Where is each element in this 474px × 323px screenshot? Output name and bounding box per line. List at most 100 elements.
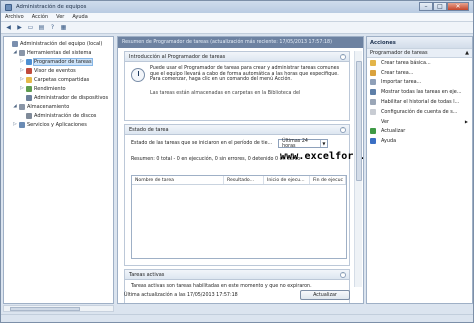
forward-arrow-icon[interactable]: ▶	[15, 23, 24, 32]
expander-icon[interactable]: ▷	[19, 68, 25, 73]
expander-icon[interactable]: ◢	[12, 50, 18, 55]
tree-item[interactable]: ▷ Carpetas compartidas	[4, 75, 113, 84]
action-item[interactable]: Crear tarea...	[367, 68, 472, 78]
active-tasks-header[interactable]: Tareas activas ˄	[125, 270, 349, 280]
enable-history-icon	[370, 99, 376, 106]
computer-management-icon	[12, 40, 18, 47]
refresh-icon	[370, 128, 376, 135]
show-hide-tree-icon[interactable]: ▤	[37, 23, 46, 32]
menu-accion[interactable]: Acción	[28, 14, 52, 20]
tree-scroll-thumb[interactable]	[10, 307, 80, 311]
column-header-start[interactable]: Inicio de ejecu...	[264, 176, 310, 184]
column-header-result[interactable]: Resultado...	[224, 176, 264, 184]
action-item[interactable]: Actualizar	[367, 127, 472, 137]
grid-header: Nombre de tarea Resultado... Inicio de e…	[132, 176, 346, 185]
action-item[interactable]: Importar tarea...	[367, 78, 472, 88]
intro-content: Puede usar el Programador de tareas para…	[125, 62, 349, 120]
action-item-label: Mostrar todas las tareas en eje...	[381, 89, 462, 96]
summary-body: Introducción al Programador de tareas ˄ …	[124, 51, 350, 303]
menu-ayuda[interactable]: Ayuda	[68, 14, 91, 20]
action-item[interactable]: Ayuda	[367, 136, 472, 146]
tree-item[interactable]: Administración del equipo (local)	[4, 39, 113, 48]
minimize-button[interactable]: –	[419, 2, 433, 11]
clock-icon	[131, 68, 145, 82]
column-header-end[interactable]: Fin de ejecuc	[310, 176, 346, 184]
tools-icon	[19, 49, 25, 56]
chevron-up-icon: ▲	[465, 50, 469, 56]
collapse-toggle-icon[interactable]: ˄	[340, 272, 346, 278]
help-icon[interactable]: ?	[48, 23, 57, 32]
tree-item-label: Carpetas compartidas	[34, 76, 90, 83]
window-title: Administración de equipos	[16, 4, 87, 10]
expander-icon[interactable]: ▷	[19, 59, 25, 64]
action-item[interactable]: Crear tarea básica...	[367, 58, 472, 68]
tree-item-label: Herramientas del sistema	[27, 49, 92, 56]
intro-section-header[interactable]: Introducción al Programador de tareas ˄	[125, 52, 349, 62]
back-arrow-icon[interactable]: ◀	[4, 23, 13, 32]
collapse-toggle-icon[interactable]: ˄	[340, 127, 346, 133]
action-item[interactable]: Configuración de cuenta de s...	[367, 107, 472, 117]
submenu-arrow-icon: ▶	[464, 119, 468, 125]
task-status-title: Estado de tarea	[129, 126, 169, 133]
intro-section: Introducción al Programador de tareas ˄ …	[124, 51, 350, 121]
task-status-header[interactable]: Estado de tarea ˄	[125, 125, 349, 135]
action-item-label: Configuración de cuenta de s...	[381, 108, 458, 115]
tree-horizontal-scrollbar[interactable]	[3, 305, 114, 312]
maximize-button[interactable]: □	[433, 2, 447, 11]
help-icon	[370, 138, 376, 145]
tree-item[interactable]: ▷ Programador de tareas	[4, 57, 113, 66]
tree-item[interactable]: ▷ Rendimiento	[4, 84, 113, 93]
console-tree: Administración del equipo (local) ◢ Herram…	[3, 36, 114, 304]
tree-item-label: Almacenamiento	[27, 103, 70, 110]
action-item[interactable]: Ver ▶	[367, 117, 472, 127]
column-header-task-name[interactable]: Nombre de tarea	[132, 176, 224, 184]
tree-item[interactable]: Administración de discos	[4, 111, 113, 120]
tree-item-label: Administrador de dispositivos	[34, 94, 109, 101]
expander-icon[interactable]: ▷	[19, 86, 25, 91]
import-task-icon	[370, 79, 376, 86]
tree-item-label: Servicios y Aplicaciones	[27, 121, 87, 128]
period-select[interactable]: Últimas 24 horas ▼	[278, 138, 329, 149]
intro-section-title: Introducción al Programador de tareas	[129, 53, 226, 60]
tree-item[interactable]: ▷ Visor de eventos	[4, 66, 113, 75]
refresh-button[interactable]: Actualizar	[300, 290, 350, 300]
summary-footer: Última actualización a las 17/05/2013 17…	[124, 290, 350, 300]
services-icon	[19, 121, 25, 128]
status-bar	[1, 314, 473, 322]
tree-item-label: Administración de discos	[34, 112, 97, 119]
actions-list: Crear tarea básica... Crear tarea... Impor…	[367, 58, 472, 146]
close-button[interactable]: ✕	[447, 2, 469, 11]
view-submenu-icon	[370, 119, 376, 125]
tree-item[interactable]: Administrador de dispositivos	[4, 93, 113, 102]
up-folder-icon[interactable]: ▭	[26, 23, 35, 32]
tree-item[interactable]: ▷ Servicios y Aplicaciones	[4, 120, 113, 129]
collapse-toggle-icon[interactable]: ˄	[340, 54, 346, 60]
action-item[interactable]: Mostrar todas las tareas en eje...	[367, 87, 472, 97]
center-scroll-thumb[interactable]	[356, 61, 362, 181]
menu-ver[interactable]: Ver	[52, 14, 68, 20]
active-tasks-text: Tareas activas son tareas habilitadas en…	[131, 284, 312, 289]
properties-icon[interactable]: ▦	[59, 23, 68, 32]
expander-icon[interactable]: ▷	[19, 77, 25, 82]
action-item-label: Ver	[381, 118, 389, 125]
actions-subheader[interactable]: Programador de tareas ▲	[367, 48, 472, 58]
active-tasks-title: Tareas activas	[129, 271, 165, 278]
watermark-text: www.excelforo.blogspot.com	[280, 151, 363, 162]
action-item-label: Habilitar el historial de todas l...	[381, 99, 460, 106]
action-item-label: Ayuda	[381, 138, 397, 145]
period-select-value: Últimas 24 horas	[282, 138, 308, 149]
action-item-label: Crear tarea básica...	[381, 59, 431, 66]
status-filter-label: Estado de las tareas que se iniciaron en…	[131, 141, 273, 146]
tree-item[interactable]: ◢ Herramientas del sistema	[4, 48, 113, 57]
expander-icon[interactable]: ◢	[12, 104, 18, 109]
tree-item-label: Administración del equipo (local)	[20, 40, 103, 47]
center-vertical-scrollbar[interactable]	[354, 51, 362, 287]
menu-archivo[interactable]: Archivo	[1, 14, 28, 20]
shared-folders-icon	[26, 76, 32, 83]
action-item[interactable]: Habilitar el historial de todas l...	[367, 97, 472, 107]
expander-icon[interactable]: ▷	[12, 122, 18, 127]
status-summary: Resumen: 0 total - 0 en ejecución, 0 sin…	[131, 157, 301, 162]
tree-item[interactable]: ◢ Almacenamiento	[4, 102, 113, 111]
tree-item-label: Visor de eventos	[34, 67, 76, 74]
event-viewer-icon	[26, 67, 32, 74]
